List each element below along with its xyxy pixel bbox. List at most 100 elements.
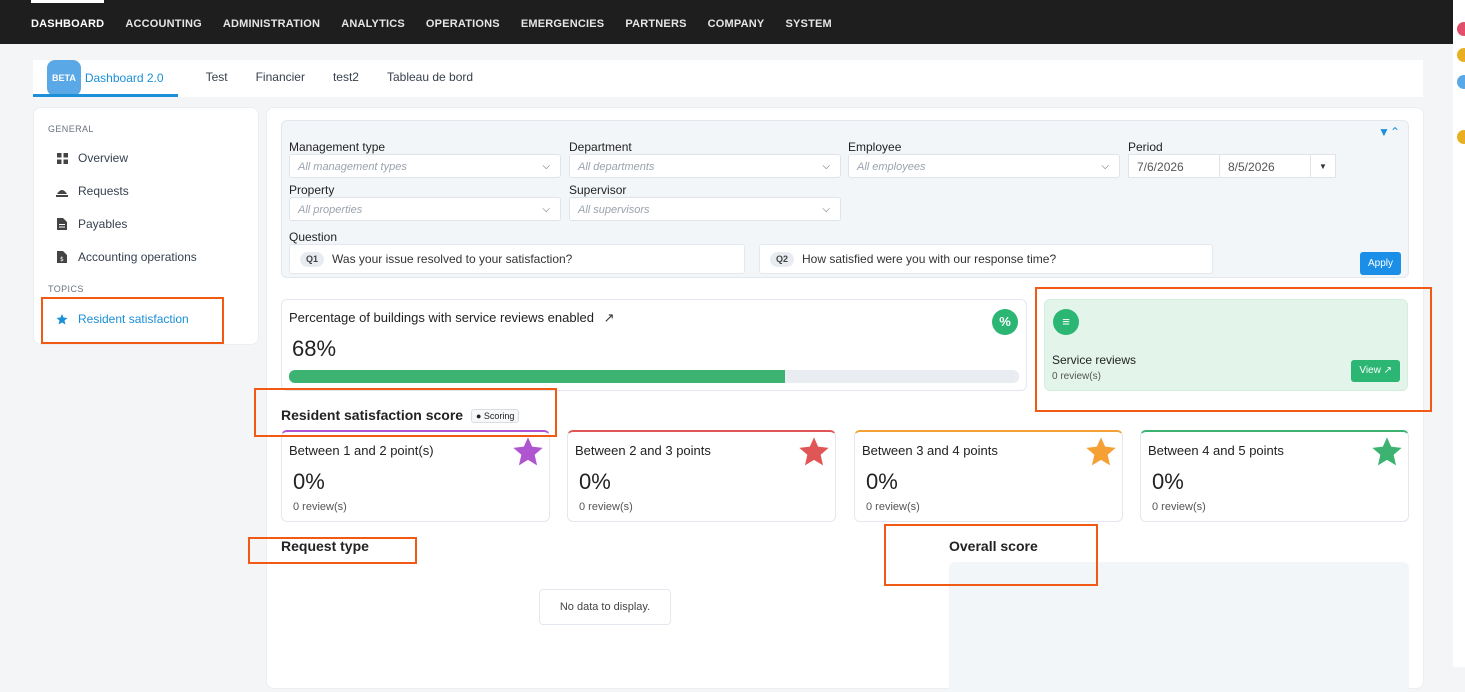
dashboard-tabs: BETA Dashboard 2.0 Test Financier test2 T… (33, 60, 1423, 97)
nav-operations[interactable]: OPERATIONS (426, 0, 500, 44)
period-dropdown-button[interactable]: ▼ (1310, 154, 1336, 178)
nav-partners[interactable]: PARTNERS (625, 0, 686, 44)
question-text: How satisfied were you with our response… (802, 252, 1057, 266)
score-card: Between 3 and 4 points 0% 0 review(s) (854, 430, 1123, 522)
department-select[interactable]: All departments ⌵ (569, 154, 841, 178)
score-card-title: Between 4 and 5 points (1148, 443, 1284, 458)
department-label: Department (569, 140, 632, 154)
progress-fill (289, 370, 786, 383)
select-placeholder: All properties (298, 204, 363, 216)
filter-clear-icon[interactable]: ▼ (1378, 125, 1390, 139)
chevron-down-icon: ⌵ (822, 161, 830, 172)
kpi-value: 68% (292, 336, 337, 361)
beta-badge: BETA (47, 60, 81, 96)
svg-text:$: $ (60, 256, 64, 263)
kpi-title-text: Percentage of buildings with service rev… (289, 310, 594, 325)
select-placeholder: All employees (857, 161, 926, 173)
sidebar-item-label: Accounting operations (78, 250, 197, 264)
question-q2[interactable]: Q2 How satisfied were you with our respon… (759, 244, 1213, 274)
tab-test[interactable]: Test (206, 60, 228, 97)
question-label: Question (289, 230, 338, 244)
progress-bar (289, 370, 1019, 383)
nav-accounting[interactable]: ACCOUNTING (125, 0, 202, 44)
employee-label: Employee (848, 140, 902, 154)
nav-system[interactable]: SYSTEM (785, 0, 831, 44)
highlight-box (41, 297, 224, 344)
right-edge-panel (1453, 0, 1465, 667)
select-placeholder: All departments (578, 161, 655, 173)
question-text: Was your issue resolved to your satisfac… (332, 252, 573, 266)
tab-financier[interactable]: Financier (256, 60, 305, 97)
period-end-input[interactable]: 8/5/2026 (1219, 154, 1311, 178)
no-data-message: No data to display. (539, 589, 671, 625)
highlight-box (884, 524, 1098, 586)
external-link-icon[interactable]: ↗ (604, 310, 615, 325)
management-type-select[interactable]: All management types ⌵ (289, 154, 561, 178)
score-card-count: 0 review(s) (1152, 501, 1206, 513)
score-card-value: 0% (1152, 469, 1184, 494)
filter-toggle[interactable]: ▼⌃ (1378, 125, 1400, 139)
status-dot-icon (1457, 130, 1465, 144)
tab-label: Dashboard 2.0 (84, 71, 164, 85)
grid-icon (56, 152, 68, 164)
chevron-down-icon: ⌵ (1101, 161, 1109, 172)
nav-analytics[interactable]: ANALYTICS (341, 0, 405, 44)
score-card-title: Between 3 and 4 points (862, 443, 998, 458)
sidebar-item-label: Payables (78, 217, 128, 231)
property-select[interactable]: All properties ⌵ (289, 197, 561, 221)
sidebar-item-overview[interactable]: Overview (56, 151, 128, 165)
top-navigation: DASHBOARD ACCOUNTING ADMINISTRATION ANAL… (0, 0, 1453, 44)
period-start-input[interactable]: 7/6/2026 (1128, 154, 1220, 178)
status-dot-icon (1457, 75, 1465, 89)
score-card-value: 0% (293, 469, 325, 494)
tab-dashboard-2[interactable]: BETA Dashboard 2.0 (33, 60, 178, 97)
sidebar-item-payables[interactable]: Payables (56, 217, 127, 231)
kpi-title: Percentage of buildings with service rev… (289, 310, 614, 326)
period-label: Period (1128, 140, 1163, 154)
chevron-down-icon: ⌵ (542, 204, 550, 215)
highlight-box (254, 388, 557, 437)
star-icon (1371, 436, 1403, 473)
select-placeholder: All management types (298, 161, 407, 173)
sidebar-item-requests[interactable]: Requests (56, 184, 129, 198)
employee-select[interactable]: All employees ⌵ (848, 154, 1120, 178)
file-icon (56, 218, 68, 230)
score-card-count: 0 review(s) (579, 501, 633, 513)
score-card: Between 4 and 5 points 0% 0 review(s) (1140, 430, 1409, 522)
score-card-value: 0% (866, 469, 898, 494)
tab-tableau-de-bord[interactable]: Tableau de bord (387, 60, 473, 97)
buildings-reviews-card: Percentage of buildings with service rev… (281, 299, 1027, 391)
sidebar-section-general: GENERAL (48, 124, 94, 134)
nav-dashboard[interactable]: DASHBOARD (31, 0, 105, 44)
nav-administration[interactable]: ADMINISTRATION (223, 0, 320, 44)
sidebar-section-topics: TOPICS (48, 284, 84, 294)
sidebar-item-accounting-operations[interactable]: $ Accounting operations (56, 250, 197, 264)
highlight-box (248, 537, 417, 564)
property-label: Property (289, 183, 335, 197)
sidebar-item-label: Overview (78, 151, 129, 165)
bell-service-icon (56, 185, 68, 197)
score-card-title: Between 2 and 3 points (575, 443, 711, 458)
chevron-down-icon: ⌵ (542, 161, 550, 172)
supervisor-label: Supervisor (569, 183, 627, 197)
nav-company[interactable]: COMPANY (708, 0, 765, 44)
apply-button[interactable]: Apply (1360, 252, 1401, 275)
nav-emergencies[interactable]: EMERGENCIES (521, 0, 605, 44)
supervisor-select[interactable]: All supervisors ⌵ (569, 197, 841, 221)
management-type-label: Management type (289, 140, 386, 154)
collapse-icon[interactable]: ⌃ (1390, 125, 1400, 139)
tab-test2[interactable]: test2 (333, 60, 359, 97)
score-card: Between 1 and 2 point(s) 0% 0 review(s) (281, 430, 550, 522)
question-q1[interactable]: Q1 Was your issue resolved to your satisf… (289, 244, 745, 274)
star-icon (798, 436, 830, 473)
sidebar-item-label: Requests (78, 184, 129, 198)
percent-icon: % (992, 309, 1018, 335)
chevron-down-icon: ⌵ (822, 204, 830, 215)
score-card-title: Between 1 and 2 point(s) (289, 443, 434, 458)
select-placeholder: All supervisors (578, 204, 650, 216)
score-card-count: 0 review(s) (293, 501, 347, 513)
question-tag: Q1 (300, 252, 325, 267)
status-dot-icon (1457, 22, 1465, 36)
status-dot-icon (1457, 48, 1465, 62)
filter-panel: ▼⌃ Management type All management types ⌵… (281, 120, 1409, 278)
